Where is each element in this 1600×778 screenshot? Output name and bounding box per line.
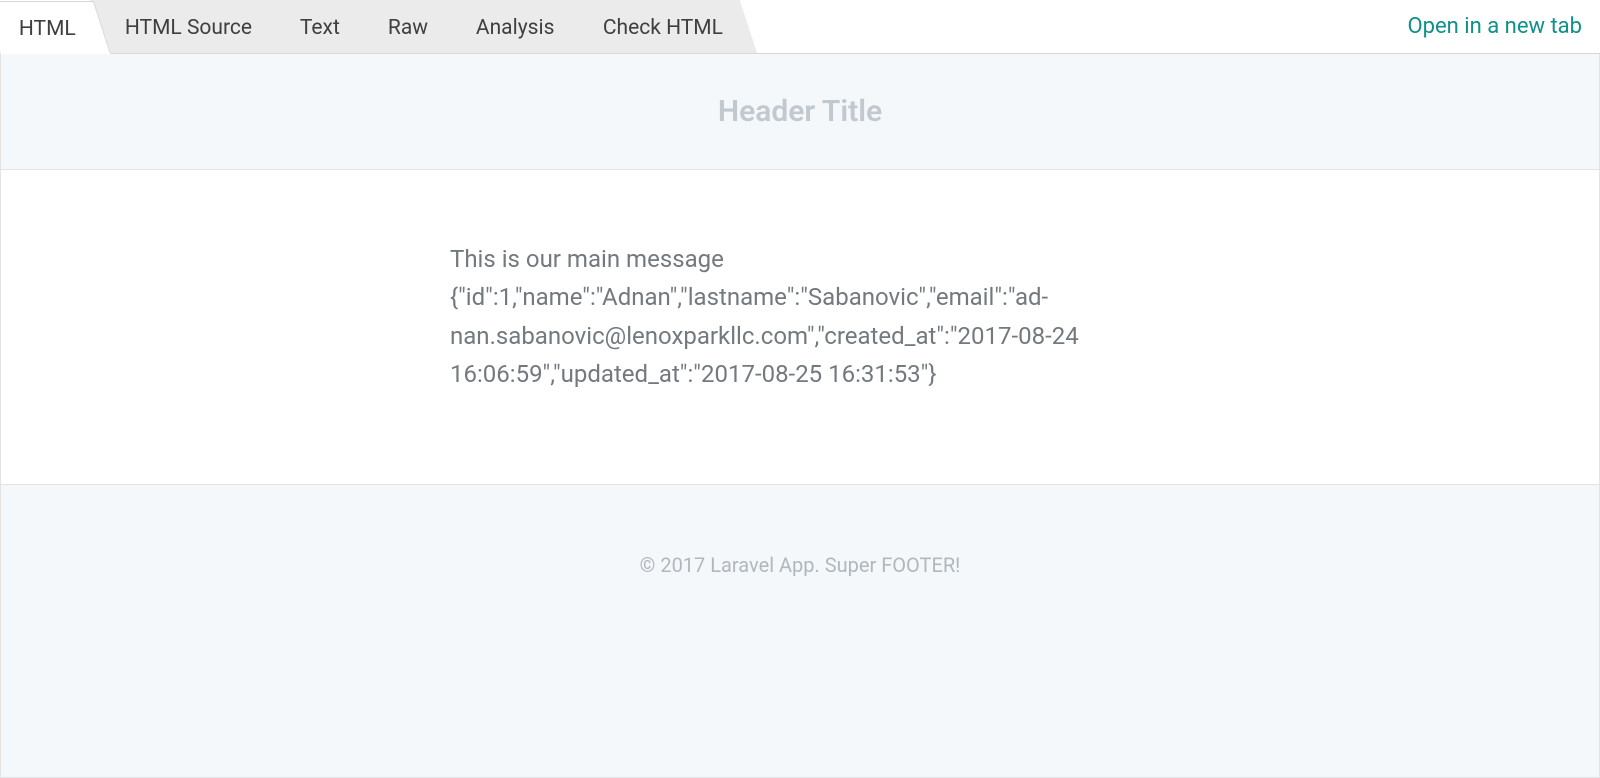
tab-label: HTML Source <box>119 16 258 40</box>
tab-bar: HTML HTML Source Text Raw Analysis Check… <box>0 0 1600 54</box>
body-content: This is our main message {"id":1,"name":… <box>440 240 1160 394</box>
footer-text: © 2017 Laravel App. Super FOOTER! <box>1 553 1599 577</box>
content-wrapper: Header Title This is our main message {"… <box>0 54 1600 778</box>
message-json: {"id":1,"name":"Adnan","lastname":"Saban… <box>450 278 1150 393</box>
tab-label: Analysis <box>470 16 561 40</box>
tab-label: Raw <box>382 16 434 40</box>
open-in-new-tab-link[interactable]: Open in a new tab <box>1408 14 1600 39</box>
message-line: This is our main message <box>450 240 1150 278</box>
email-footer: © 2017 Laravel App. Super FOOTER! <box>1 484 1599 777</box>
tab-html-source[interactable]: HTML Source <box>90 0 286 53</box>
tab-label: Check HTML <box>596 16 728 40</box>
tab-label: HTML <box>13 17 82 41</box>
email-body: This is our main message {"id":1,"name":… <box>1 170 1599 484</box>
tab-analysis[interactable]: Analysis <box>441 0 589 53</box>
header-title: Header Title <box>1 94 1599 129</box>
email-header: Header Title <box>1 54 1599 170</box>
tab-check-html[interactable]: Check HTML <box>567 0 756 53</box>
tabs-container: HTML HTML Source Text Raw Analysis Check… <box>0 0 761 53</box>
tab-label: Text <box>294 16 346 40</box>
tab-html[interactable]: HTML <box>0 1 111 54</box>
